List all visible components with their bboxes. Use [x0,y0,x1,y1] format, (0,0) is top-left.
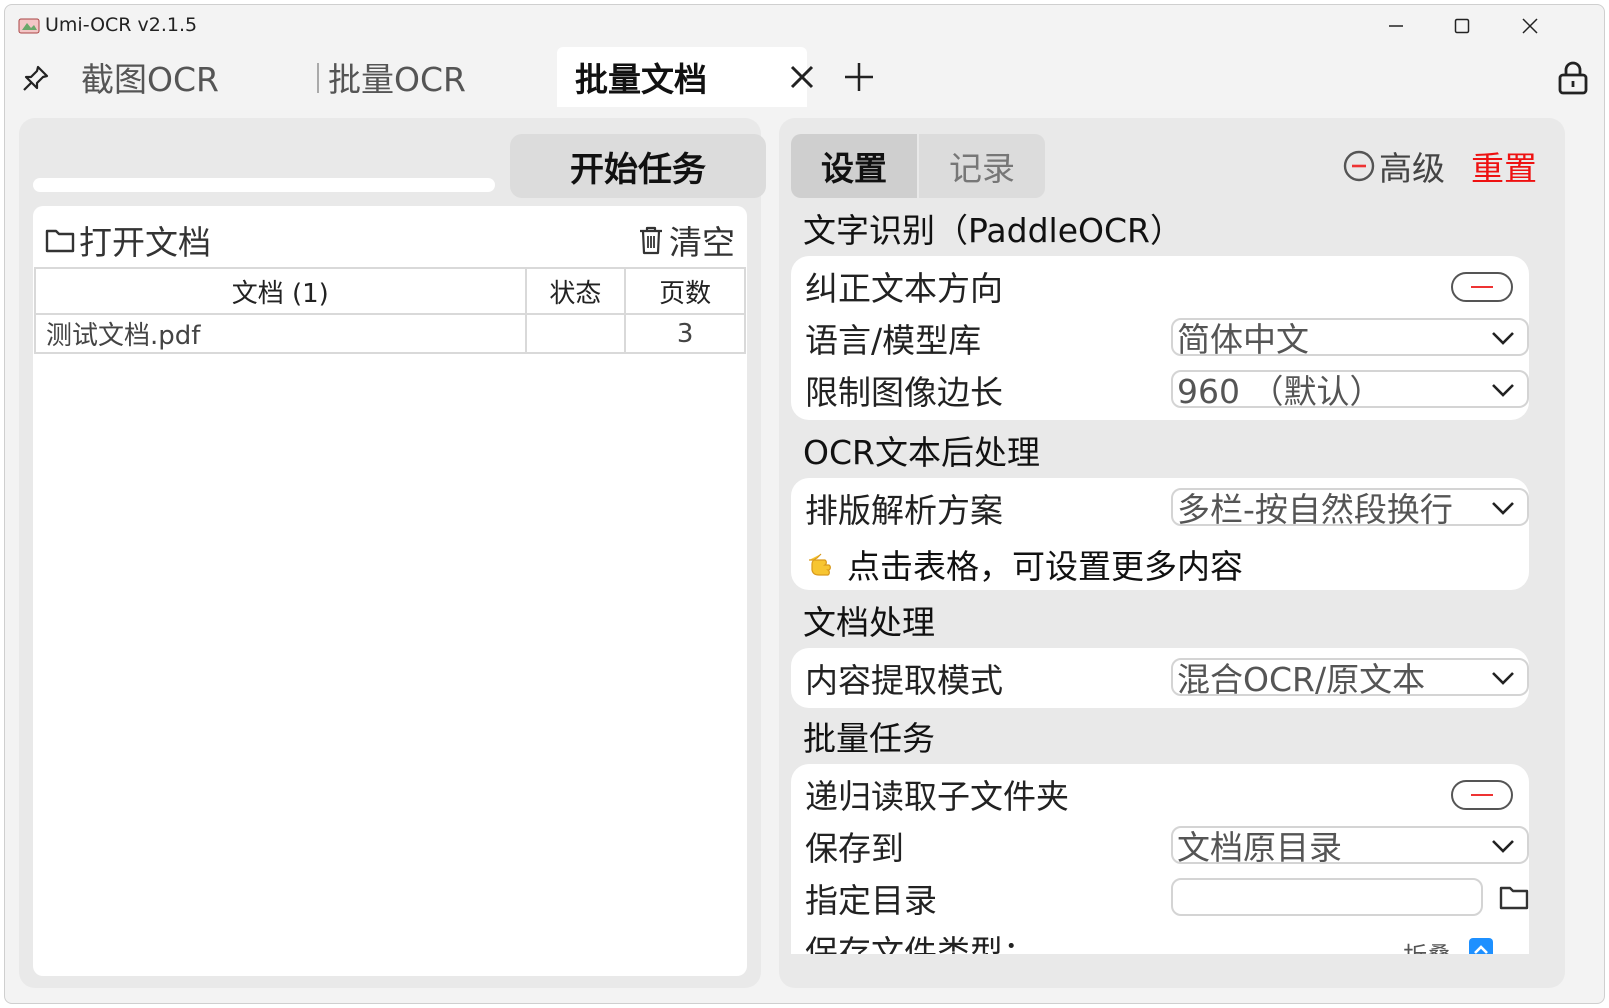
maximize-button[interactable] [1427,5,1497,47]
layout-select[interactable]: 多栏-按自然段换行 [1171,488,1529,529]
column-header-status[interactable]: 状态 [524,267,627,315]
doc-settings-card: 内容提取模式 混合OCR/原文本 [791,648,1529,708]
direction-toggle[interactable] [1451,272,1513,302]
tab-close-button[interactable] [786,61,818,93]
extract-value: 混合OCR/原文本 [1177,660,1426,699]
table-hint-text: 点击表格，可设置更多内容 [847,547,1243,586]
open-document-label: 打开文档 [79,223,211,262]
minimize-button[interactable] [1361,5,1431,47]
cell-document-name: 测试文档.pdf [34,313,527,354]
lock-button[interactable] [1554,59,1592,97]
pin-button[interactable] [19,61,53,95]
pointing-hand-icon [809,553,831,576]
pin-icon [23,65,49,91]
tab-label: 截图OCR [81,60,219,99]
chevron-down-icon [1492,384,1514,397]
toggle-off-mark [1471,286,1493,288]
layout-label: 排版解析方案 [805,491,1003,530]
dir-input[interactable] [1171,878,1483,916]
toggle-off-mark [1471,794,1493,796]
settings-panel: 设置 记录 高级 重置 文字识别（PaddleOCR） 纠正文本方向 语言/模型… [779,118,1565,988]
add-tab-button[interactable] [841,59,877,95]
cell-pages: 3 [624,313,746,354]
table-hint[interactable]: 点击表格，可设置更多内容 [807,540,1243,588]
browse-folder-button[interactable] [1497,880,1531,914]
task-panel: 开始任务 打开文档 清空 文档 (1) 状态 页数 测试文档.pdf 3 [19,118,766,988]
cell-status [524,313,627,354]
close-window-button[interactable] [1495,5,1565,47]
minimize-icon [1389,25,1403,27]
trash-icon [640,226,662,255]
section-title-post: OCR文本后处理 [803,433,1040,472]
fold-label[interactable]: 折叠 [1403,936,1451,954]
save-label: 保存到 [805,829,904,868]
clear-label: 清空 [669,223,735,262]
section-title-batch: 批量任务 [803,719,935,758]
save-value: 文档原目录 [1177,828,1342,867]
close-icon [790,65,814,89]
limit-select[interactable]: 960 （默认） [1171,370,1529,411]
close-icon [1522,18,1538,34]
extract-select[interactable]: 混合OCR/原文本 [1171,658,1529,699]
settings-scroll-area[interactable]: 文字识别（PaddleOCR） 纠正文本方向 语言/模型库 简体中文 限制图像边… [779,118,1565,954]
tab-batch-doc[interactable]: 批量文档 [557,47,807,107]
filetype-label: 保存文件类型： [805,933,1036,954]
progress-bar [33,178,495,192]
fold-toggle-icon[interactable] [1469,938,1493,954]
post-settings-card: 排版解析方案 多栏-按自然段换行 点击表格，可设置更多内容 [791,478,1529,590]
language-value: 简体中文 [1177,320,1309,359]
tab-screenshot-ocr[interactable]: 截图OCR [81,47,301,107]
section-title-ocr: 文字识别（PaddleOCR） [803,211,1183,250]
chevron-down-icon [1492,672,1514,685]
tab-bar: 截图OCR 批量OCR 批量文档 [5,47,1604,107]
lock-icon [1558,61,1588,95]
tab-label: 批量OCR [328,60,466,99]
chevron-down-icon [1492,502,1514,515]
tab-batch-ocr[interactable]: 批量OCR [328,47,548,107]
plus-icon [845,63,873,91]
limit-value: 960 （默认） [1177,372,1383,411]
chevron-down-icon [1492,840,1514,853]
section-title-doc: 文档处理 [803,603,935,642]
batch-settings-card: 递归读取子文件夹 保存到 文档原目录 指定目录 保存文件类型： 折叠 [791,764,1529,954]
open-document-button[interactable]: 打开文档 [45,218,211,262]
extract-label: 内容提取模式 [805,661,1003,700]
ocr-settings-card: 纠正文本方向 语言/模型库 简体中文 限制图像边长 960 （默认） [791,256,1529,420]
folder-icon [45,229,75,253]
folder-icon [1499,886,1529,910]
maximize-icon [1454,18,1470,34]
recurse-label: 递归读取子文件夹 [805,777,1069,816]
document-table: 文档 (1) 状态 页数 测试文档.pdf 3 [34,267,746,354]
app-window: Umi-OCR v2.1.5 截图OCR 批量OCR 批量文档 开始任务 打开文… [4,4,1605,1004]
save-select[interactable]: 文档原目录 [1171,826,1529,867]
tab-label: 批量文档 [575,60,707,99]
dir-label: 指定目录 [805,881,937,920]
clear-button[interactable]: 清空 [637,218,735,262]
language-label: 语言/模型库 [805,321,982,360]
direction-label: 纠正文本方向 [805,269,1003,308]
table-row[interactable]: 测试文档.pdf 3 [34,313,746,354]
chevron-down-icon [1492,332,1514,345]
start-task-button[interactable]: 开始任务 [510,134,766,198]
limit-label: 限制图像边长 [805,373,1003,412]
layout-value: 多栏-按自然段换行 [1177,490,1453,529]
app-icon [18,18,40,34]
language-select[interactable]: 简体中文 [1171,318,1529,359]
window-title: Umi-OCR v2.1.5 [45,14,198,36]
tab-separator [317,63,319,93]
recurse-toggle[interactable] [1451,780,1513,810]
column-header-pages[interactable]: 页数 [624,267,746,315]
column-header-document[interactable]: 文档 (1) [34,267,527,315]
document-list: 打开文档 清空 文档 (1) 状态 页数 测试文档.pdf 3 [33,206,747,976]
title-bar: Umi-OCR v2.1.5 [5,5,1604,47]
